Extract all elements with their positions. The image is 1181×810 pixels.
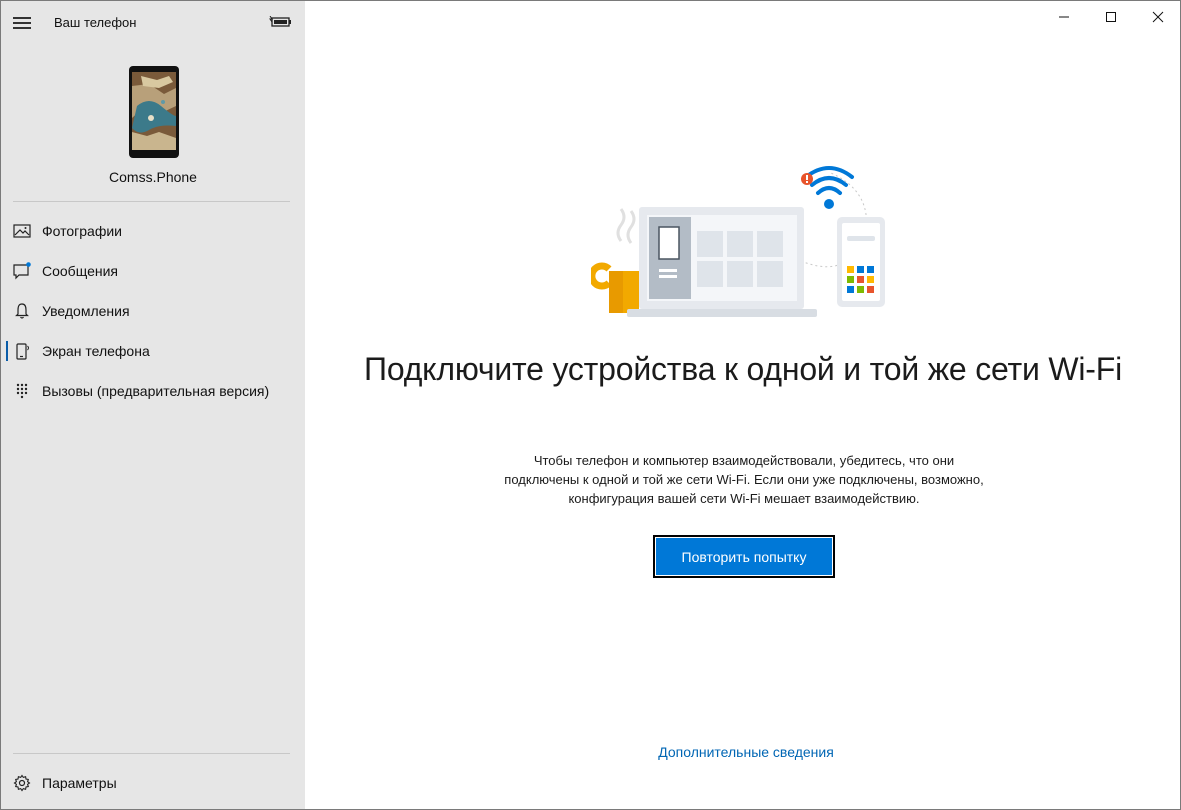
- divider: [13, 753, 290, 754]
- hamburger-menu-icon[interactable]: [13, 13, 31, 31]
- sidebar-item-photos[interactable]: Фотографии: [1, 211, 305, 251]
- gear-icon: [13, 774, 31, 792]
- sidebar-item-settings[interactable]: Параметры: [1, 763, 305, 803]
- retry-button[interactable]: Повторить попытку: [653, 535, 835, 578]
- maximize-button[interactable]: [1088, 1, 1134, 33]
- dialpad-icon: [16, 383, 28, 399]
- sidebar-item-notifications[interactable]: Уведомления: [1, 291, 305, 331]
- minimize-button[interactable]: [1041, 1, 1087, 33]
- wifi-connection-illustration: [591, 166, 885, 317]
- sidebar-nav: Фотографии Сообщения Уведомления Экран т…: [1, 211, 305, 411]
- battery-charging-icon: [269, 16, 291, 27]
- divider: [13, 201, 290, 202]
- phone-screen-icon: [16, 343, 29, 360]
- sidebar-item-label: Сообщения: [42, 263, 118, 279]
- photos-icon: [13, 224, 31, 238]
- close-icon: [1152, 11, 1164, 23]
- description-text: Чтобы телефон и компьютер взаимодействов…: [504, 453, 984, 506]
- close-button[interactable]: [1134, 1, 1180, 33]
- more-info-link[interactable]: Дополнительные сведения: [651, 744, 841, 760]
- maximize-icon: [1106, 12, 1116, 22]
- sidebar-item-calls[interactable]: Вызовы (предварительная версия): [1, 371, 305, 411]
- page-title: Подключите устройства к одной и той же с…: [364, 351, 1122, 387]
- sidebar-item-label: Экран телефона: [42, 343, 150, 359]
- sidebar-item-label: Фотографии: [42, 223, 123, 239]
- app-title: Ваш телефон: [54, 15, 137, 30]
- sidebar-item-label: Уведомления: [42, 303, 130, 319]
- sidebar-item-messages[interactable]: Сообщения: [1, 251, 305, 291]
- device-name: Comss.Phone: [109, 169, 197, 185]
- sidebar-item-label: Вызовы (предварительная версия): [42, 383, 270, 399]
- sidebar-item-phone-screen[interactable]: Экран телефона: [1, 331, 305, 371]
- app-window: Ваш телефон Comss.Phone Фотографии Сообщ…: [0, 0, 1181, 810]
- bell-icon: [15, 303, 29, 319]
- settings-label: Параметры: [42, 775, 117, 791]
- phone-thumbnail: [129, 66, 179, 158]
- minimize-icon: [1059, 16, 1069, 18]
- messages-icon: [13, 262, 31, 280]
- sidebar: Ваш телефон Comss.Phone Фотографии Сообщ…: [1, 1, 305, 809]
